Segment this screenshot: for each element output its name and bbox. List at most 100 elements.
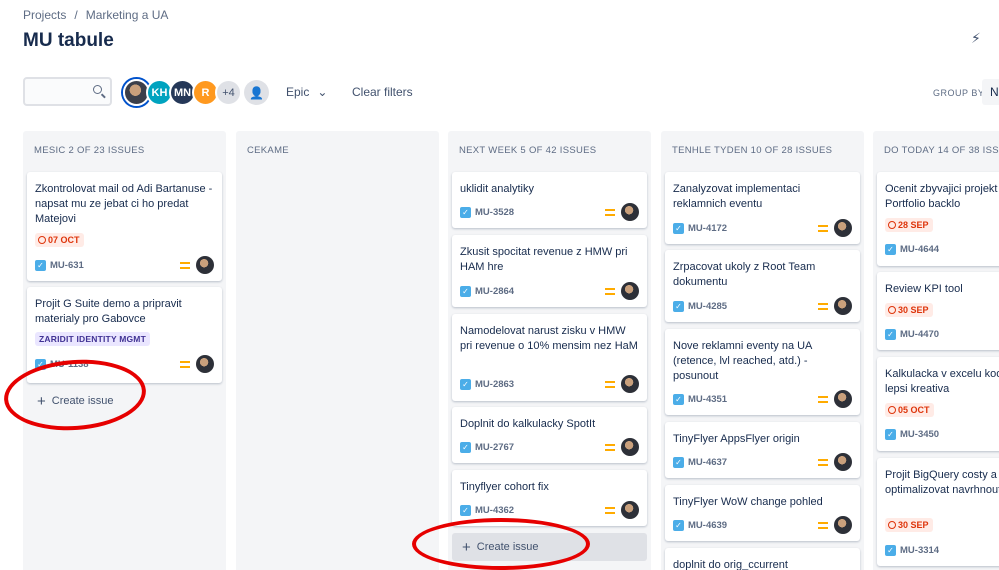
issue-card[interactable]: Ocenit zbyvajici projekt Product Portfol…: [877, 172, 999, 266]
task-checkbox-icon: ✓: [460, 206, 471, 218]
issue-title: Zrpacovat ukoly z Root Team dokumentu: [673, 261, 816, 288]
priority-medium-icon: [605, 380, 615, 388]
issue-key[interactable]: MU-4639: [688, 520, 727, 531]
issue-key[interactable]: MU-4172: [688, 223, 727, 234]
assignee-avatar[interactable]: [621, 438, 639, 456]
clock-icon: [888, 221, 896, 229]
priority-medium-icon: [180, 261, 190, 269]
annotation-circle: [412, 518, 590, 570]
issue-key[interactable]: MU-2863: [475, 379, 514, 390]
issue-title: Kalkulacka v excelu koo vyneese lepsi kr…: [885, 368, 999, 395]
due-date-badge: 28 SEP: [885, 218, 933, 232]
issue-key[interactable]: MU-3450: [900, 429, 939, 440]
add-people-icon[interactable]: 👤: [244, 80, 269, 105]
priority-medium-icon: [605, 443, 615, 451]
column-cekame: CEKAME: [236, 131, 439, 570]
assignee-avatar[interactable]: [834, 297, 852, 315]
clear-filters-button[interactable]: Clear filters: [352, 85, 413, 99]
task-checkbox-icon: ✓: [673, 456, 684, 468]
issue-card[interactable]: uklidit analytiky ✓ MU-3528: [452, 172, 647, 228]
issue-key[interactable]: MU-3314: [900, 545, 939, 556]
issue-key[interactable]: MU-2767: [475, 442, 514, 453]
task-checkbox-icon: ✓: [673, 222, 684, 234]
search-input[interactable]: [23, 77, 112, 106]
issue-title: uklidit analytiky: [460, 183, 534, 195]
issue-key[interactable]: MU-4285: [688, 301, 727, 312]
chevron-down-icon: ⌄: [317, 85, 328, 99]
column-tenhle-tyden: TENHLE TYDEN 10 OF 28 ISSUES Zanalyzovat…: [661, 131, 864, 570]
assignee-avatar[interactable]: [834, 390, 852, 408]
issue-key[interactable]: MU-4470: [900, 329, 939, 340]
breadcrumb-project-link[interactable]: Marketing a UA: [86, 8, 169, 22]
issue-card[interactable]: Doplnit do kalkulacky SpotIt ✓ MU-2767: [452, 407, 647, 463]
assignee-avatar[interactable]: [621, 375, 639, 393]
column-header: DO TODAY 14 OF 38 ISSUES: [884, 145, 999, 156]
clock-icon: [888, 521, 896, 529]
priority-medium-icon: [605, 506, 615, 514]
issue-key[interactable]: MU-631: [50, 260, 84, 271]
issue-title: doplnit do orig_ccurrent: [673, 559, 788, 570]
column-mesic: MESIC 2 OF 23 ISSUES Zkontrolovat mail o…: [23, 131, 226, 570]
assignee-avatar[interactable]: [196, 256, 214, 274]
issue-key[interactable]: MU-4637: [688, 457, 727, 468]
issue-card[interactable]: Review KPI tool 30 SEP ✓ MU-4470: [877, 272, 999, 350]
issue-key[interactable]: MU-3528: [475, 207, 514, 218]
assignee-avatar[interactable]: [621, 501, 639, 519]
assignee-avatar[interactable]: [621, 282, 639, 300]
avatar-more[interactable]: +4: [215, 79, 242, 106]
issue-card[interactable]: Zanalyzovat implementaci reklamnich even…: [665, 172, 860, 244]
issue-card[interactable]: Namodelovat narust zisku v HMW pri reven…: [452, 314, 647, 401]
due-date-badge: 30 SEP: [885, 303, 933, 317]
group-by-select[interactable]: N: [982, 79, 999, 105]
assignee-avatar[interactable]: [834, 219, 852, 237]
priority-medium-icon: [605, 208, 615, 216]
task-checkbox-icon: ✓: [885, 544, 896, 556]
epic-filter-dropdown[interactable]: Epic ⌄: [286, 85, 327, 99]
clock-icon: [38, 236, 46, 244]
issue-card[interactable]: TinyFlyer WoW change pohled ✓ MU-4639: [665, 485, 860, 541]
priority-medium-icon: [818, 224, 828, 232]
assignee-avatar[interactable]: [621, 203, 639, 221]
clock-icon: [888, 406, 896, 414]
assignee-avatar[interactable]: [834, 516, 852, 534]
issue-key[interactable]: MU-4362: [475, 505, 514, 516]
issue-key[interactable]: MU-4351: [688, 394, 727, 405]
task-checkbox-icon: ✓: [460, 285, 471, 297]
issue-card[interactable]: Projit BigQuery costy a optimalizovat na…: [877, 458, 999, 566]
issue-card[interactable]: Zkusit spocitat revenue z HMW pri HAM hr…: [452, 235, 647, 307]
assignee-avatar[interactable]: [196, 355, 214, 373]
breadcrumb: Projects / Marketing a UA: [23, 8, 168, 22]
due-date-badge: 30 SEP: [885, 518, 933, 532]
issue-card[interactable]: Nove reklamni eventy na UA (retence, lvl…: [665, 329, 860, 415]
issue-card[interactable]: TinyFlyer AppsFlyer origin ✓ MU-4637: [665, 422, 860, 478]
board-page: Projects / Marketing a UA MU tabule ⚡ KH…: [0, 0, 999, 570]
issue-key[interactable]: MU-4644: [900, 244, 939, 255]
task-checkbox-icon: ✓: [673, 393, 684, 405]
breadcrumb-projects-link[interactable]: Projects: [23, 8, 66, 22]
issue-title: Zkontrolovat mail od Adi Bartanuse - nap…: [35, 183, 213, 225]
issue-card[interactable]: doplnit do orig_ccurrent: [665, 548, 860, 570]
priority-medium-icon: [818, 395, 828, 403]
issue-title: Tinyflyer cohort fix: [460, 481, 549, 493]
task-checkbox-icon: ✓: [460, 378, 471, 390]
column-next-week: NEXT WEEK 5 OF 42 ISSUES uklidit analyti…: [448, 131, 651, 570]
column-header: CEKAME: [247, 145, 289, 156]
issue-card[interactable]: Kalkulacka v excelu koo vyneese lepsi kr…: [877, 357, 999, 451]
priority-medium-icon: [818, 302, 828, 310]
issue-title: Nove reklamni eventy na UA (retence, lvl…: [673, 340, 812, 382]
issue-title: Namodelovat narust zisku v HMW pri reven…: [460, 325, 638, 352]
epic-lozenge: ZARIDIT IDENTITY MGMT: [35, 332, 150, 346]
issue-card[interactable]: Zrpacovat ukoly z Root Team dokumentu ✓ …: [665, 250, 860, 322]
task-checkbox-icon: ✓: [885, 428, 896, 440]
priority-medium-icon: [180, 360, 190, 368]
page-title: MU tabule: [23, 30, 114, 51]
priority-medium-icon: [605, 287, 615, 295]
epic-filter-label: Epic: [286, 85, 310, 99]
task-checkbox-icon: ✓: [460, 441, 471, 453]
issue-title: Review KPI tool: [885, 283, 963, 295]
issue-card[interactable]: Zkontrolovat mail od Adi Bartanuse - nap…: [27, 172, 222, 281]
assignee-avatar[interactable]: [834, 453, 852, 471]
issue-key[interactable]: MU-2864: [475, 286, 514, 297]
column-do-today: DO TODAY 14 OF 38 ISSUES Ocenit zbyvajic…: [873, 131, 999, 570]
lightning-icon[interactable]: ⚡: [971, 30, 981, 47]
